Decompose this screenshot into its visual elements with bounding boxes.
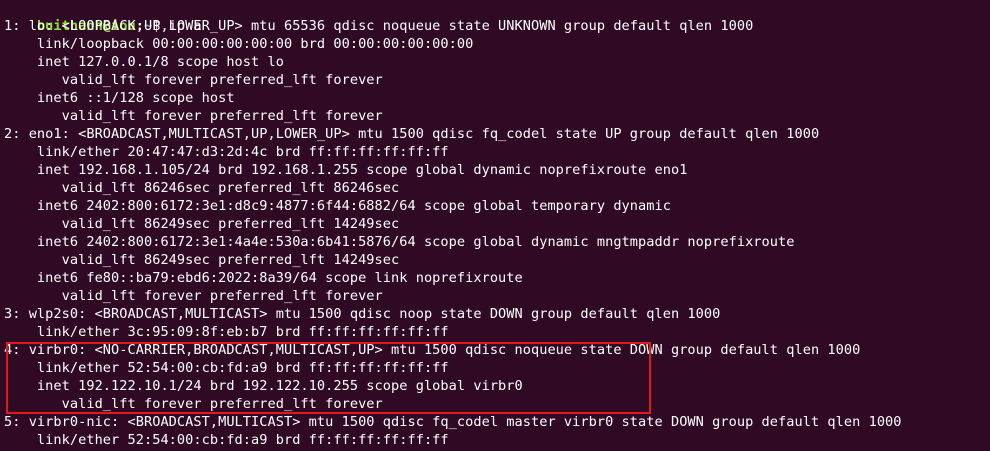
output-line: 1: lo: <LOOPBACK,UP,LOWER_UP> mtu 65536 …: [4, 18, 754, 34]
output-line: link/ether 52:54:00:cb:fd:a9 brd ff:ff:f…: [4, 432, 449, 448]
output-line: link/ether 20:47:47:d3:2d:4c brd ff:ff:f…: [4, 144, 449, 160]
output-line: inet6 fe80::ba79:ebd6:2022:8a39/64 scope…: [4, 270, 523, 286]
output-line: inet6 ::1/128 scope host: [4, 90, 235, 106]
output-line: link/loopback 00:00:00:00:00:00 brd 00:0…: [4, 36, 474, 52]
output-line: valid_lft forever preferred_lft forever: [4, 72, 383, 88]
output-line: valid_lft forever preferred_lft forever: [4, 396, 383, 412]
output-line: inet 127.0.0.1/8 scope host lo: [4, 54, 284, 70]
output-line: inet6 2402:800:6172:3e1:4a4e:530a:6b41:5…: [4, 234, 795, 250]
output-line: inet 192.122.10.1/24 brd 192.122.10.255 …: [4, 378, 523, 394]
output-line: 3: wlp2s0: <BROADCAST,MULTICAST> mtu 150…: [4, 306, 721, 322]
output-line: inet 192.168.1.105/24 brd 192.168.1.255 …: [4, 162, 688, 178]
output-line: valid_lft forever preferred_lft forever: [4, 288, 383, 304]
output-line: link/ether 52:54:00:cb:fd:a9 brd ff:ff:f…: [4, 360, 449, 376]
output-line: 4: virbr0: <NO-CARRIER,BROADCAST,MULTICA…: [4, 342, 861, 358]
output-line: link/ether 3c:95:09:8f:eb:b7 brd ff:ff:f…: [4, 324, 449, 340]
output-line: valid_lft 86246sec preferred_lft 86246se…: [4, 180, 400, 196]
output-line: valid_lft forever preferred_lft forever: [4, 108, 383, 124]
output-line: valid_lft 86249sec preferred_lft 14249se…: [4, 252, 400, 268]
prompt-line: buithanh@iou:~$ ip a: [4, 0, 202, 34]
output-line: inet6 2402:800:6172:3e1:d8c9:4877:6f44:6…: [4, 198, 671, 214]
output-line: valid_lft 86249sec preferred_lft 14249se…: [4, 216, 400, 232]
terminal-window[interactable]: buithanh@iou:~$ ip a 1: lo: <LOOPBACK,UP…: [0, 0, 990, 451]
output-line: 5: virbr0-nic: <BROADCAST,MULTICAST> mtu…: [4, 414, 902, 430]
output-line: 2: eno1: <BROADCAST,MULTICAST,UP,LOWER_U…: [4, 126, 820, 142]
